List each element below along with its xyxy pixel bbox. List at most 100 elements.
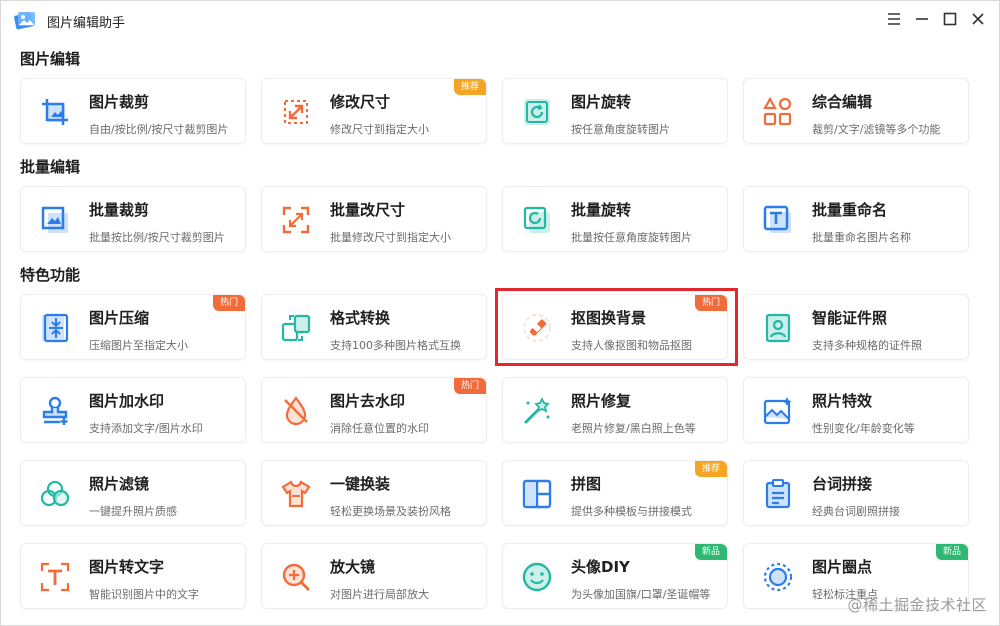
feature-card-badge: 新品 [694,544,727,560]
feature-card-description: 按任意角度旋转图片 [571,123,670,136]
feature-card-title: 批量裁剪 [89,201,150,219]
app-title: 图片编辑助手 [47,16,126,31]
rotate-icon [521,96,553,128]
feature-card-clipboard[interactable]: 台词拼接经典台词剧照拼接 [743,460,969,526]
feature-card-description: 批量重命名图片名称 [812,231,911,244]
batch-rotate-icon [521,204,553,236]
feature-card-title: 批量旋转 [571,201,632,219]
image-effect-icon [762,395,794,427]
feature-card-description: 压缩图片至指定大小 [89,339,188,352]
feature-card-filter[interactable]: 照片滤镜一键提升照片质感 [20,460,246,526]
feature-card-description: 批量按任意角度旋转图片 [571,231,692,244]
section-title-image-edit: 图片编辑 [20,50,81,68]
feature-card-magic-wand[interactable]: 照片修复老照片修复/黑白照上色等 [502,377,728,443]
feature-card-description: 对图片进行局部放大 [330,588,429,601]
feature-card-title: 图片去水印 [330,392,406,410]
feature-card-description: 为头像加国旗/口罩/圣诞帽等 [571,588,711,601]
feature-card-title: 图片裁剪 [89,93,150,111]
feature-card-description: 性别变化/年龄变化等 [812,422,915,435]
feature-card-title: 抠图换背景 [571,309,647,327]
feature-card-badge: 新品 [935,544,968,560]
menu-icon [888,13,900,25]
close-icon [972,13,984,25]
tshirt-icon [280,478,312,510]
feature-card-title: 图片转文字 [89,558,165,576]
feature-card-description: 提供多种模板与拼接模式 [571,505,692,518]
feature-card-stamp[interactable]: 图片加水印 支持添加文字/图片水印 [20,377,246,443]
feature-card-title: 头像DIY [571,558,630,576]
feature-card-title: 拼图 [571,475,602,493]
feature-card-remove-watermark[interactable]: 图片去水印消除任意位置的水印 热门 [261,377,487,443]
magic-wand-icon [521,395,553,427]
feature-card-badge: 热门 [212,295,245,311]
feature-card-collage[interactable]: 拼图提供多种模板与拼接模式 推荐 [502,460,728,526]
crop-icon [39,96,71,128]
minimize-button[interactable] [913,9,931,29]
shapes-icon [762,96,794,128]
filter-icon [39,478,71,510]
feature-card-title: 批量重命名 [812,201,888,219]
eraser-icon [521,312,553,344]
feature-card-rename[interactable]: 批量重命名批量重命名图片名称 [743,186,969,252]
convert-icon [280,312,312,344]
resize-icon [280,96,312,128]
feature-card-description: 批量按比例/按尺寸裁剪图片 [89,231,225,244]
feature-card-title: 放大镜 [330,558,376,576]
id-photo-icon [762,312,794,344]
collage-icon [521,478,553,510]
feature-card-description: 支持人像抠图和物品抠图 [571,339,692,352]
feature-card-badge: 推荐 [694,461,727,477]
batch-crop-icon [39,204,71,236]
feature-card-description: 裁剪/文字/滤镜等多个功能 [812,123,941,136]
feature-card-title: 台词拼接 [812,475,873,493]
feature-card-description: 老照片修复/黑白照上色等 [571,422,696,435]
feature-card-title: 智能证件照 [812,309,888,327]
feature-card-description: 消除任意位置的水印 [330,422,429,435]
feature-card-title: 图片压缩 [89,309,150,327]
feature-card-eraser[interactable]: 抠图换背景支持人像抠图和物品抠图 热门 [502,294,728,360]
app-window: 图片编辑助手 图片编辑 批量编辑 特色功能 图片裁剪 自由/按比例/按尺寸裁剪图片… [0,0,1000,626]
feature-card-crop[interactable]: 图片裁剪自由/按比例/按尺寸裁剪图片 [20,78,246,144]
feature-card-batch-crop[interactable]: 批量裁剪批量按比例/按尺寸裁剪图片 [20,186,246,252]
compress-icon [39,312,71,344]
feature-card-tshirt[interactable]: 一键换装轻松更换场景及装扮风格 [261,460,487,526]
rename-icon [762,204,794,236]
feature-card-title: 一键换装 [330,475,391,493]
minimize-icon [916,18,928,20]
feature-card-resize[interactable]: 修改尺寸修改尺寸到指定大小 推荐 [261,78,487,144]
feature-card-badge: 热门 [453,378,486,394]
feature-card-title: 照片特效 [812,392,873,410]
watermark-text: @稀土掘金技术社区 [847,596,987,614]
feature-card-magnifier[interactable]: 放大镜对图片进行局部放大 [261,543,487,609]
feature-card-description: 轻松更换场景及装扮风格 [330,505,451,518]
feature-card-rotate[interactable]: 图片旋转 按任意角度旋转图片 [502,78,728,144]
feature-card-badge: 推荐 [453,79,486,95]
feature-card-batch-rotate[interactable]: 批量旋转批量按任意角度旋转图片 [502,186,728,252]
feature-card-description: 经典台词剧照拼接 [812,505,900,518]
feature-card-image-effect[interactable]: 照片特效性别变化/年龄变化等 [743,377,969,443]
feature-card-compress[interactable]: 图片压缩压缩图片至指定大小 热门 [20,294,246,360]
feature-card-id-photo[interactable]: 智能证件照 支持多种规格的证件照 [743,294,969,360]
feature-card-title: 格式转换 [330,309,391,327]
ocr-icon [39,561,71,593]
feature-card-title: 修改尺寸 [330,93,391,111]
feature-card-shapes[interactable]: 综合编辑 裁剪/文字/滤镜等多个功能 [743,78,969,144]
feature-card-convert[interactable]: 格式转换支持100多种图片格式互换 [261,294,487,360]
feature-card-description: 自由/按比例/按尺寸裁剪图片 [89,123,229,136]
feature-card-ocr[interactable]: 图片转文字智能识别图片中的文字 [20,543,246,609]
feature-card-description: 一键提升照片质感 [89,505,177,518]
feature-card-description: 支持100多种图片格式互换 [330,339,461,352]
maximize-button[interactable] [941,9,959,29]
feature-card-title: 照片滤镜 [89,475,150,493]
close-button[interactable] [969,9,987,29]
feature-card-badge: 热门 [694,295,727,311]
feature-card-title: 照片修复 [571,392,632,410]
smiley-icon [521,561,553,593]
feature-card-description: 智能识别图片中的文字 [89,588,199,601]
feature-card-description: 支持添加文字/图片水印 [89,422,203,435]
feature-card-description: 修改尺寸到指定大小 [330,123,429,136]
feature-card-smiley[interactable]: 头像DIY 为头像加国旗/口罩/圣诞帽等 新品 [502,543,728,609]
batch-resize-icon [280,204,312,236]
menu-button[interactable] [885,9,903,29]
feature-card-batch-resize[interactable]: 批量改尺寸 批量修改尺寸到指定大小 [261,186,487,252]
